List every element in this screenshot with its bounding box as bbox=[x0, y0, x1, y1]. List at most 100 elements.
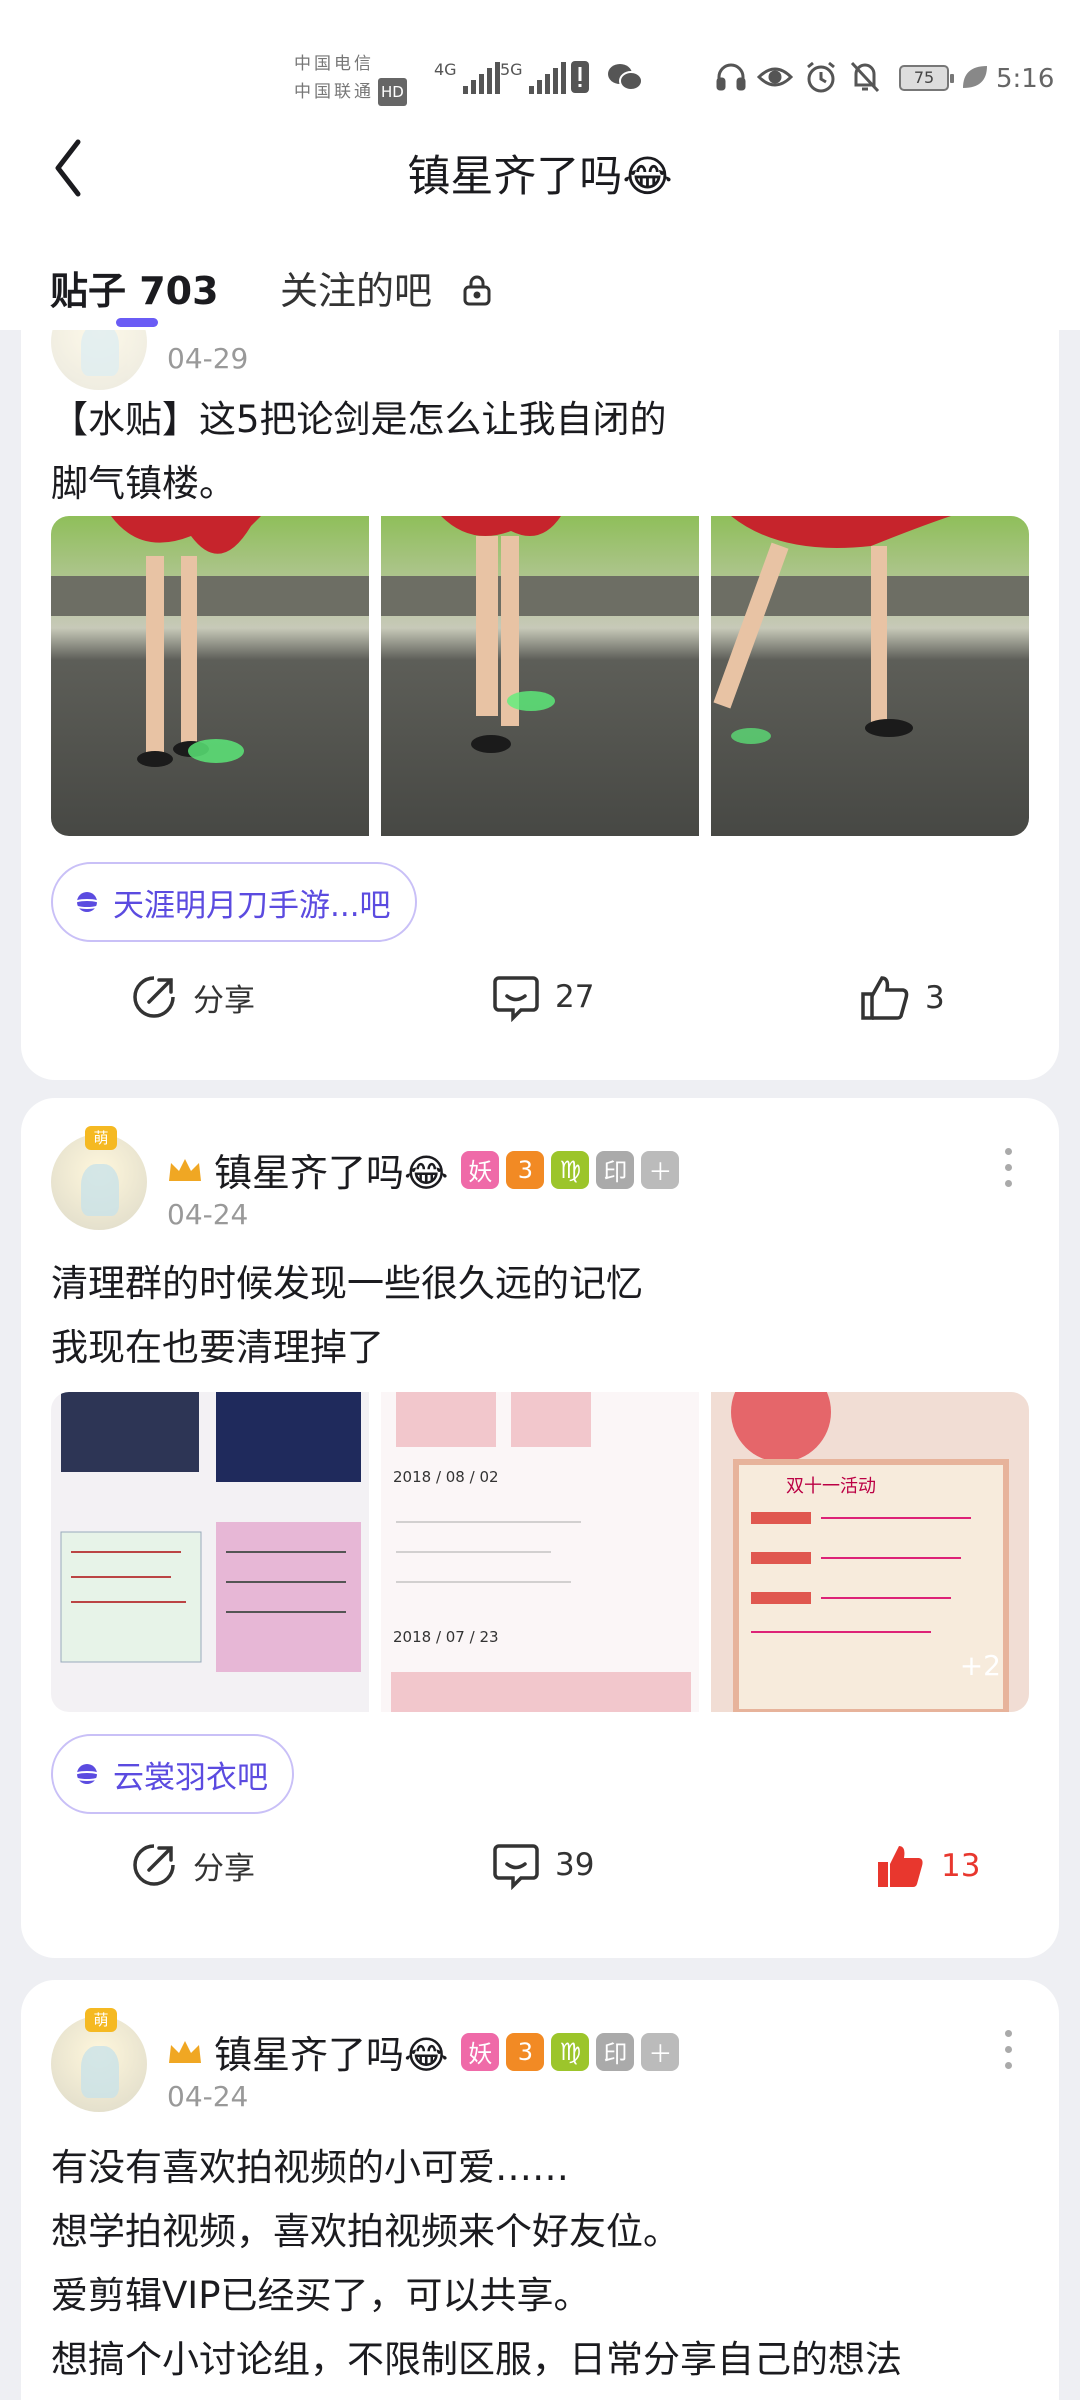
post-image[interactable]: 双十一活动 +2 bbox=[711, 1392, 1029, 1712]
share-icon bbox=[133, 1844, 175, 1886]
more-options-button[interactable] bbox=[1005, 1148, 1015, 1187]
post-actions: 分享 39 13 bbox=[21, 1840, 1059, 1900]
tab-posts[interactable]: 贴子 703 bbox=[50, 260, 219, 315]
post-line: 想学拍视频，喜欢拍视频来个好友位。 bbox=[51, 2210, 680, 2253]
wechat-icon bbox=[606, 58, 644, 96]
eye-icon bbox=[756, 58, 794, 96]
crown-icon bbox=[169, 2040, 201, 2063]
post-line: 清理群的时候发现一些很久远的记忆 bbox=[51, 1262, 643, 1305]
post-card[interactable]: 萌 镇星齐了吗😂 妖 3 ♍ 印 ＋ 04-24 有没有喜欢拍视频的小可爱…… … bbox=[21, 1980, 1059, 2400]
comment-button[interactable]: 27 bbox=[491, 972, 594, 1022]
zodiac-badge: ♍ bbox=[551, 2032, 590, 2071]
username[interactable]: 镇星齐了吗😂 bbox=[214, 2024, 448, 2079]
username[interactable]: 镇星齐了吗😂 bbox=[214, 1142, 448, 1197]
bar-tag[interactable]: 天涯明月刀手游...吧 bbox=[51, 862, 417, 942]
level-badge: 妖 bbox=[461, 2032, 500, 2071]
lock-icon bbox=[462, 272, 492, 316]
comment-count: 27 bbox=[555, 979, 595, 1015]
comment-button[interactable]: 39 bbox=[491, 1840, 594, 1890]
user-row: 镇星齐了吗😂 妖 3 ♍ 印 ＋ bbox=[167, 1142, 680, 1197]
post-line: 有没有喜欢拍视频的小可爱…… bbox=[51, 2146, 569, 2189]
share-button[interactable]: 分享 bbox=[129, 1840, 255, 1890]
user-row: 镇星齐了吗😂 妖 3 ♍ 印 ＋ bbox=[167, 2024, 680, 2079]
comment-icon bbox=[493, 976, 539, 1022]
share-label: 分享 bbox=[193, 1850, 255, 1887]
share-label: 分享 bbox=[193, 982, 255, 1019]
image-date-1: 2018 / 08 / 02 bbox=[393, 1468, 499, 1486]
like-button[interactable]: 3 bbox=[859, 972, 945, 1024]
post-image[interactable] bbox=[51, 516, 369, 836]
planet-icon bbox=[73, 1764, 101, 1784]
comment-icon bbox=[493, 1844, 539, 1890]
thumbs-up-filled-icon bbox=[878, 1846, 923, 1887]
seal-badge: 印 bbox=[596, 1150, 635, 1189]
net-type-2: 5G bbox=[500, 60, 523, 79]
alarm-icon bbox=[802, 58, 840, 96]
avatar-badge: 萌 bbox=[85, 2008, 117, 2032]
post-images: 2018 / 08 / 02 2018 / 07 / 23 双十一活动 +2 bbox=[51, 1392, 1029, 1712]
leaf-icon bbox=[956, 58, 994, 96]
avatar-badge: 萌 bbox=[85, 1126, 117, 1150]
more-options-button[interactable] bbox=[1005, 2030, 1015, 2069]
post-image[interactable]: 2018 / 08 / 02 2018 / 07 / 23 bbox=[381, 1392, 699, 1712]
hd-badge: HD bbox=[378, 78, 407, 106]
like-button[interactable]: 13 bbox=[875, 1840, 980, 1892]
post-card[interactable]: 04-29 【水贴】这5把论剑是怎么让我自闭的 脚气镇楼。 天涯明月刀手游...… bbox=[21, 330, 1059, 1080]
add-badge: ＋ bbox=[641, 1150, 680, 1189]
post-line: 我现在也要清理掉了 bbox=[51, 1326, 384, 1369]
carrier-1: 中国电信 bbox=[294, 54, 374, 74]
carrier-2: 中国联通 bbox=[294, 82, 374, 102]
share-icon bbox=[133, 976, 175, 1018]
post-date: 04-24 bbox=[167, 2080, 249, 2113]
post-card[interactable]: 萌 镇星齐了吗😂 妖 3 ♍ 印 ＋ 04-24 清理群的时候发现一些很久远的记… bbox=[21, 1098, 1059, 1958]
signal-4g-icon: 4G bbox=[434, 60, 500, 94]
seal-badge: 印 bbox=[596, 2032, 635, 2071]
game-badge: 3 bbox=[506, 1150, 545, 1189]
post-actions: 分享 27 3 bbox=[21, 972, 1059, 1032]
like-count: 3 bbox=[925, 980, 945, 1016]
zodiac-badge: ♍ bbox=[551, 1150, 590, 1189]
signal-5g-icon: 5G bbox=[500, 60, 566, 94]
bar-tag-label: 天涯明月刀手游...吧 bbox=[113, 887, 391, 924]
headphones-icon bbox=[712, 58, 750, 96]
carrier-info: 中国电信 中国联通 HD bbox=[294, 50, 407, 106]
post-date: 04-29 bbox=[167, 342, 249, 375]
share-button[interactable]: 分享 bbox=[129, 972, 255, 1022]
image-date-2: 2018 / 07 / 23 bbox=[393, 1628, 499, 1646]
post-date: 04-24 bbox=[167, 1198, 249, 1231]
post-line: 爱剪辑VIP已经买了，可以共享。 bbox=[51, 2274, 591, 2317]
post-text[interactable]: 【水贴】这5把论剑是怎么让我自闭的 脚气镇楼。 bbox=[51, 388, 1029, 516]
post-line: 脚气镇楼。 bbox=[51, 462, 236, 505]
comment-count: 39 bbox=[555, 1847, 595, 1883]
net-type-1: 4G bbox=[434, 60, 457, 79]
tab-active-indicator bbox=[116, 318, 158, 327]
bar-tag[interactable]: 云裳羽衣吧 bbox=[51, 1734, 294, 1814]
crown-icon bbox=[169, 1158, 201, 1181]
tab-bar: 贴子 703 关注的吧 bbox=[0, 230, 1080, 330]
level-badge: 妖 bbox=[461, 1150, 500, 1189]
game-badge: 3 bbox=[506, 2032, 545, 2071]
post-text[interactable]: 有没有喜欢拍视频的小可爱…… 想学拍视频，喜欢拍视频来个好友位。 爱剪辑VIP已… bbox=[51, 2136, 1029, 2392]
page-title: 镇星齐了吗😂 bbox=[407, 152, 673, 202]
mute-bell-icon bbox=[846, 58, 884, 96]
bar-tag-label: 云裳羽衣吧 bbox=[113, 1759, 268, 1796]
post-text[interactable]: 清理群的时候发现一些很久远的记忆 我现在也要清理掉了 bbox=[51, 1252, 1029, 1380]
alert-icon bbox=[561, 58, 599, 96]
add-badge: ＋ bbox=[641, 2032, 680, 2071]
post-image[interactable] bbox=[381, 516, 699, 836]
post-line: 想搞个小讨论组，不限制区服，日常分享自己的想法 bbox=[51, 2338, 902, 2381]
image-caption: 双十一活动 bbox=[786, 1476, 876, 1497]
post-images bbox=[51, 516, 1029, 836]
post-image[interactable] bbox=[711, 516, 1029, 836]
like-count: 13 bbox=[941, 1848, 981, 1884]
battery-icon: 75 bbox=[899, 65, 954, 91]
post-feed[interactable]: 04-29 【水贴】这5把论剑是怎么让我自闭的 脚气镇楼。 天涯明月刀手游...… bbox=[0, 330, 1080, 2400]
planet-icon bbox=[73, 892, 101, 912]
avatar[interactable] bbox=[51, 330, 147, 390]
more-images-count: +2 bbox=[959, 1649, 1001, 1682]
clock-time: 5:16 bbox=[996, 64, 1055, 94]
status-bar: 中国电信 中国联通 HD 4G 5G 75 5:16 bbox=[0, 0, 1080, 120]
post-image[interactable] bbox=[51, 1392, 369, 1712]
header: 镇星齐了吗😂 bbox=[0, 120, 1080, 230]
tab-followed-bars[interactable]: 关注的吧 bbox=[280, 260, 492, 316]
